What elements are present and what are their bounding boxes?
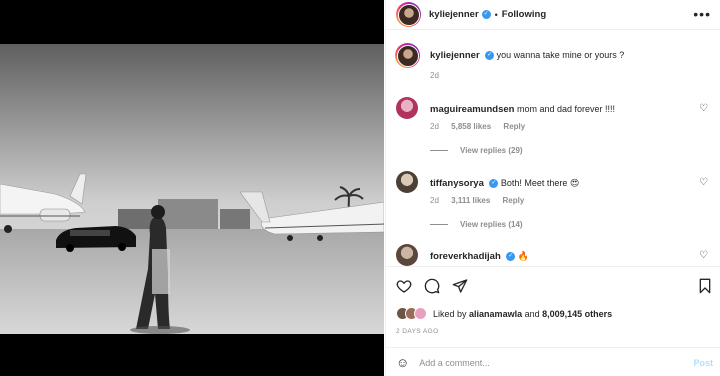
view-replies-button[interactable]: View replies (29) bbox=[430, 146, 523, 155]
caption: kyliejenner ✓ you wanna take mine or you… bbox=[395, 43, 716, 83]
details-panel: kyliejenner ✓ • Following ••• kyliejenne… bbox=[385, 0, 720, 376]
avatar[interactable] bbox=[396, 244, 418, 266]
caption-age[interactable]: 2d bbox=[430, 71, 439, 80]
comment-item: tiffanysorya ✓ Both! Meet there 😍 ♡ 2d 3… bbox=[396, 171, 716, 231]
media-pane bbox=[0, 0, 384, 376]
comment-text: 🔥 bbox=[517, 251, 529, 261]
share-icon[interactable] bbox=[452, 278, 468, 294]
comment-icon[interactable] bbox=[424, 278, 440, 294]
comments-list[interactable]: kyliejenner ✓ you wanna take mine or you… bbox=[386, 31, 720, 266]
comment-like-icon[interactable]: ♡ bbox=[699, 250, 708, 261]
emoji-icon[interactable]: ☺ bbox=[396, 355, 409, 370]
likes-summary: Liked by alianamawla and 8,009,145 other… bbox=[396, 307, 612, 320]
verified-badge-icon: ✓ bbox=[485, 51, 495, 61]
comment-likes[interactable]: 3,111 likes bbox=[451, 196, 490, 205]
verified-badge-icon: ✓ bbox=[481, 10, 491, 19]
instagram-post-modal: kyliejenner ✓ • Following ••• kyliejenne… bbox=[0, 0, 720, 376]
view-replies-button[interactable]: View replies (14) bbox=[430, 220, 523, 229]
heart-icon[interactable] bbox=[396, 278, 412, 294]
caption-body: kyliejenner ✓ you wanna take mine or you… bbox=[430, 49, 700, 62]
reply-button[interactable]: Reply bbox=[503, 122, 525, 131]
caption-meta: 2d bbox=[430, 71, 449, 80]
comment-text: Both! Meet there 😍 bbox=[500, 178, 580, 188]
post-actions: Liked by alianamawla and 8,009,145 other… bbox=[386, 266, 720, 376]
comment-item: foreverkhadijah ✓ 🔥 ♡ bbox=[396, 244, 716, 266]
liker-avatar[interactable] bbox=[414, 307, 427, 320]
post-photo[interactable] bbox=[0, 44, 384, 334]
comment-body: maguireamundsen mom and dad forever !!!! bbox=[430, 103, 700, 116]
comment-body: tiffanysorya ✓ Both! Meet there 😍 bbox=[430, 177, 700, 190]
avatar[interactable] bbox=[397, 3, 420, 26]
likes-prefix: Liked by bbox=[433, 308, 467, 319]
replies-divider bbox=[430, 150, 448, 151]
following-button[interactable]: Following bbox=[502, 9, 546, 20]
separator-dot: • bbox=[494, 9, 498, 20]
comment-input[interactable]: Add a comment... bbox=[419, 358, 720, 368]
verified-badge-icon: ✓ bbox=[489, 179, 499, 189]
comment-age[interactable]: 2d bbox=[430, 196, 439, 205]
avatar[interactable] bbox=[396, 171, 418, 193]
caption-username[interactable]: kyliejenner bbox=[430, 50, 480, 61]
story-ring[interactable] bbox=[395, 43, 420, 68]
reply-button[interactable]: Reply bbox=[503, 196, 525, 205]
caption-text: you wanna take mine or yours ? bbox=[496, 50, 625, 60]
avatar[interactable] bbox=[396, 97, 418, 119]
more-options-icon[interactable]: ••• bbox=[693, 7, 711, 21]
comment-like-icon[interactable]: ♡ bbox=[699, 103, 708, 114]
comment-username[interactable]: foreverkhadijah bbox=[430, 251, 501, 262]
comment-age[interactable]: 2d bbox=[430, 122, 439, 131]
author-username[interactable]: kyliejenner bbox=[429, 9, 479, 20]
comment-username[interactable]: maguireamundsen bbox=[430, 104, 514, 115]
avatar[interactable] bbox=[396, 44, 419, 67]
comment-likes[interactable]: 5,858 likes bbox=[451, 122, 491, 131]
comment-body: foreverkhadijah ✓ 🔥 bbox=[430, 250, 700, 263]
likes-user[interactable]: alianamawla bbox=[469, 309, 522, 319]
comment-text: mom and dad forever !!!! bbox=[516, 104, 616, 114]
post-button[interactable]: Post bbox=[693, 358, 713, 368]
post-date[interactable]: 2 DAYS AGO bbox=[396, 328, 439, 335]
comment-item: maguireamundsen mom and dad forever !!!!… bbox=[396, 97, 716, 157]
comment-like-icon[interactable]: ♡ bbox=[699, 177, 708, 188]
comment-meta: 2d 3,111 likes Reply bbox=[430, 196, 534, 205]
verified-badge-icon: ✓ bbox=[506, 252, 516, 262]
comment-composer: ☺ Add a comment... Post bbox=[386, 347, 720, 376]
bookmark-icon[interactable] bbox=[697, 278, 713, 294]
likes-others[interactable]: 8,009,145 others bbox=[542, 309, 612, 319]
comment-meta: 2d 5,858 likes Reply bbox=[430, 122, 535, 131]
likes-middle: and bbox=[524, 308, 540, 319]
comment-username[interactable]: tiffanysorya bbox=[430, 178, 484, 189]
replies-divider bbox=[430, 224, 448, 225]
action-icons bbox=[396, 278, 468, 294]
likes-text: Liked by alianamawla and 8,009,145 other… bbox=[433, 309, 612, 319]
post-header: kyliejenner ✓ • Following ••• bbox=[386, 0, 720, 30]
view-replies-label: View replies (29) bbox=[460, 146, 523, 155]
story-ring[interactable] bbox=[396, 2, 421, 27]
view-replies-label: View replies (14) bbox=[460, 220, 523, 229]
